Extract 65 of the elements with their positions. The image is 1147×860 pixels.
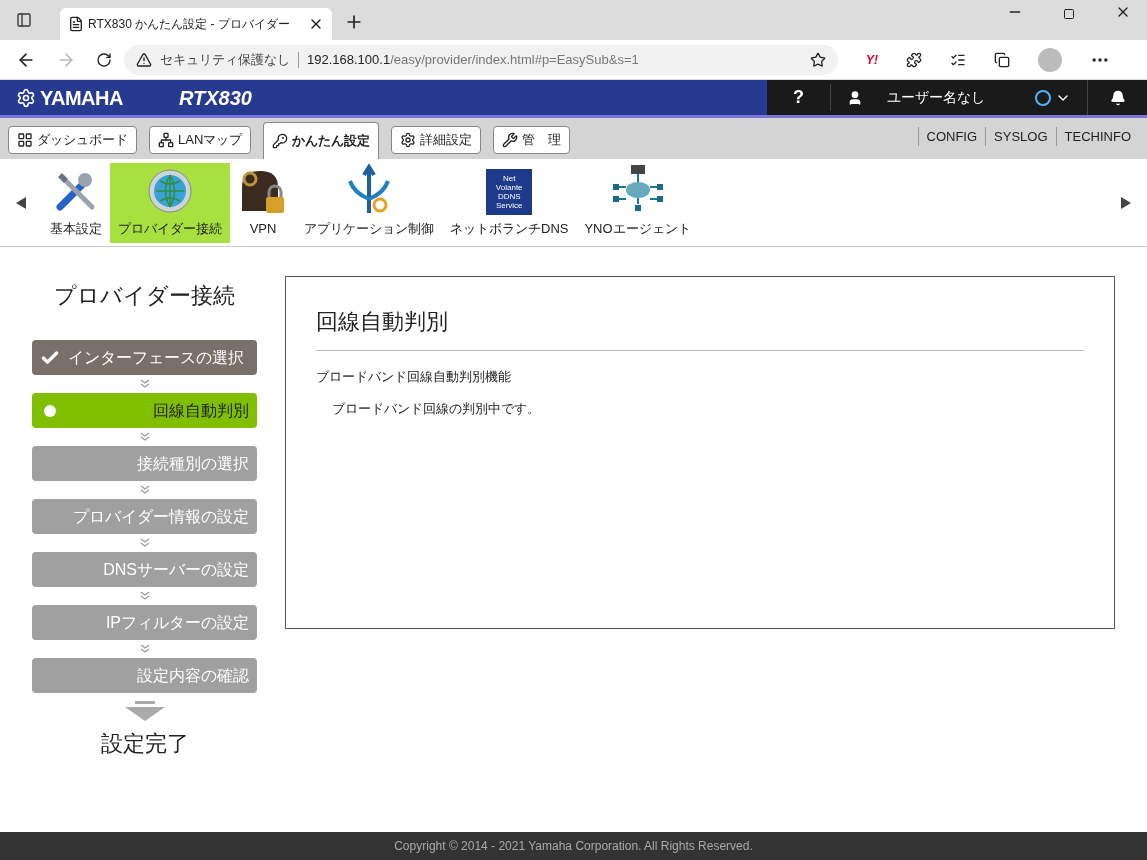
chevrons-icon — [139, 379, 150, 389]
wizard-step: DNSサーバーの設定 — [32, 552, 257, 587]
feature-item[interactable]: VPN — [230, 162, 296, 243]
down-arrow-icon — [124, 701, 165, 723]
feature-item[interactable]: 基本設定 — [42, 162, 110, 243]
extensions-icon[interactable] — [906, 51, 922, 68]
globe-icon — [146, 167, 194, 215]
nav-link[interactable]: SYSLOG — [985, 126, 1056, 147]
tab-title: RTX830 かんたん設定 - プロバイダー — [88, 16, 291, 33]
nav-tab[interactable]: 管 理 — [493, 126, 571, 154]
help-button[interactable]: ? — [767, 84, 831, 111]
tab-icon — [272, 133, 289, 149]
feature-item[interactable]: YNOエージェント — [576, 162, 699, 243]
section-label: ブロードバンド回線自動判別機能 — [316, 368, 512, 386]
user-icon — [847, 89, 863, 106]
feature-item[interactable]: プロバイダー接続 — [110, 162, 230, 243]
status-message: ブロードバンド回線の判別中です。 — [332, 399, 541, 418]
status-ring-icon — [1035, 89, 1051, 106]
feature-item[interactable]: アプリケーション制御 — [296, 162, 442, 243]
url-text: 192.168.100.1/easy/provider/index.html#p=EasySub&s=1 — [307, 50, 640, 69]
browser-tab[interactable]: RTX830 かんたん設定 - プロバイダー — [60, 8, 332, 40]
wizard-step: インターフェースの選択 — [32, 340, 257, 375]
security-label: セキュリティ保護なし — [160, 50, 290, 69]
chevrons-icon — [139, 538, 150, 548]
chevrons-icon — [139, 591, 150, 601]
brand-logo: YAMAHA — [40, 85, 123, 111]
panel-title: 回線自動判別 — [316, 305, 1084, 351]
collections-icon[interactable] — [994, 51, 1010, 68]
nav-tab[interactable]: LANマップ — [149, 126, 252, 154]
yahoo-extension-icon[interactable]: Y! — [866, 50, 878, 69]
user-name[interactable]: ユーザー名なし — [887, 87, 1035, 108]
nav-tab[interactable]: かんたん設定 — [263, 122, 380, 159]
nav-tab[interactable]: ダッシュボード — [8, 126, 137, 154]
address-bar[interactable]: セキュリティ保護なし 192.168.100.1/easy/provider/index.html#p=EasySub&s=1 — [124, 44, 838, 75]
notification-icon[interactable] — [1109, 89, 1126, 106]
ddns-service-icon: Net Volante DDNS Service — [486, 169, 533, 215]
footer: Copyright © 2014 - 2021 Yamaha Corporation. All Rights Reserved. — [0, 832, 1147, 860]
wizard-step: 回線自動判別 — [32, 393, 257, 428]
chevrons-icon — [139, 485, 150, 495]
pin-icon — [44, 404, 56, 417]
wizard-step: 設定内容の確認 — [32, 658, 257, 693]
maximize-icon[interactable] — [1063, 8, 1075, 20]
finish-label: 設定完了 — [100, 730, 189, 758]
reload-icon[interactable] — [96, 51, 112, 68]
scroll-left-icon[interactable] — [16, 196, 26, 209]
nav-link[interactable]: CONFIG — [917, 126, 986, 147]
page-icon — [68, 16, 84, 32]
model-name: RTX830 — [178, 85, 252, 111]
wizard-step: プロバイダー情報の設定 — [32, 499, 257, 534]
scroll-right-icon[interactable] — [1121, 196, 1131, 209]
wizard-step: IPフィルターの設定 — [32, 605, 257, 640]
nav-link[interactable]: TECHINFO — [1055, 126, 1139, 147]
wizard-step: 接続種別の選択 — [32, 446, 257, 481]
favorite-icon[interactable] — [810, 51, 826, 68]
warning-icon — [136, 51, 152, 68]
tab-icon — [400, 132, 417, 148]
tab-actions-icon[interactable] — [16, 12, 32, 28]
tab-icon — [158, 132, 174, 148]
chevrons-icon — [139, 432, 150, 442]
nav-tab[interactable]: 詳細設定 — [391, 126, 482, 154]
chevrons-icon — [139, 644, 150, 654]
feature-item[interactable]: Net Volante DDNS Service ネットボランチDNS — [442, 162, 577, 243]
wizard-title: プロバイダー接続 — [54, 282, 235, 310]
tab-icon — [17, 132, 33, 148]
tab-icon — [502, 132, 519, 148]
